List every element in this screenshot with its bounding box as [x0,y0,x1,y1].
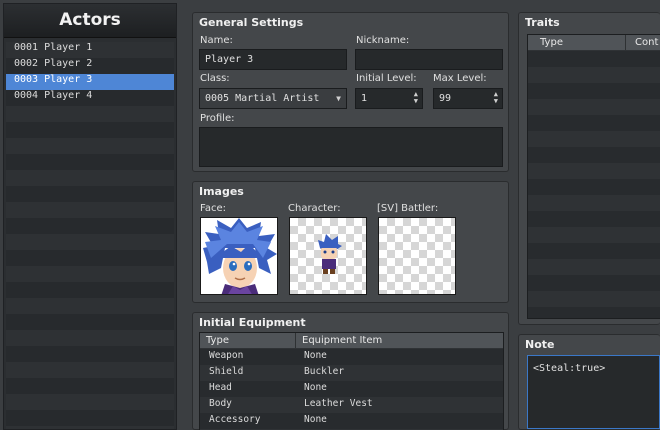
character-image[interactable] [289,217,367,295]
traits-table[interactable]: Type Cont [527,34,660,319]
character-label: Character: [288,203,341,214]
face-label: Face: [200,203,226,214]
images-title: Images [199,185,244,198]
equipment-table[interactable]: Type Equipment Item Weapon None Shield B… [199,332,504,430]
class-select[interactable]: 0005 Martial Artist ▼ [199,88,347,109]
column-header-content[interactable]: Cont [626,35,660,50]
initial-level-label: Initial Level: [356,73,417,84]
general-settings-title: General Settings [199,16,304,29]
note-group: Note <Steal:true> [518,334,660,430]
actors-panel: Actors 0001 Player 1 0002 Player 2 0003 … [3,3,177,430]
table-row[interactable]: Weapon None [200,348,503,364]
table-row[interactable]: Shield Buckler [200,364,503,380]
images-group: Images Face: Character: [SV] Battler: [192,181,509,303]
face-image[interactable] [200,217,278,295]
actors-title: Actors [4,4,176,38]
initial-level-spinbox[interactable]: 1 ▲ ▼ [355,88,423,109]
class-value: 0005 Martial Artist [205,93,320,104]
actor-list-item[interactable]: 0002 Player 2 [6,58,174,74]
traits-table-header: Type Cont [528,35,660,50]
column-header-type[interactable]: Type [200,333,296,348]
note-textarea[interactable]: <Steal:true> [527,355,660,429]
name-label: Name: [200,35,233,46]
face-portrait-icon [201,218,277,294]
table-row[interactable]: Body Leather Vest [200,396,503,412]
table-row[interactable]: Head None [200,380,503,396]
column-header-type[interactable]: Type [528,35,626,50]
actor-list-item[interactable]: 0004 Player 4 [6,90,174,106]
equipment-type-cell: Shield [209,366,244,377]
character-sprite-icon [318,234,342,274]
spin-arrows-icon[interactable]: ▲ ▼ [414,91,418,105]
general-settings-group: General Settings Name: Player 3 Nickname… [192,12,509,172]
column-header-equipment-item[interactable]: Equipment Item [296,333,503,348]
class-label: Class: [200,73,230,84]
table-row[interactable]: Accessory None [200,412,503,428]
max-level-spinbox[interactable]: 99 ▲ ▼ [433,88,503,109]
equipment-item-cell: None [304,350,327,361]
battler-image[interactable] [378,217,456,295]
equipment-item-cell: None [304,414,327,425]
equipment-table-header: Type Equipment Item [200,333,503,348]
spin-arrows-icon[interactable]: ▲ ▼ [494,91,498,105]
equipment-item-cell: Leather Vest [304,398,373,409]
equipment-type-cell: Body [209,398,232,409]
profile-label: Profile: [200,113,235,124]
initial-equipment-title: Initial Equipment [199,316,306,329]
actor-list-item-selected[interactable]: 0003 Player 3 [6,74,174,90]
equipment-type-cell: Weapon [209,350,244,361]
actor-list[interactable]: 0001 Player 1 0002 Player 2 0003 Player … [6,42,174,429]
traits-group: Traits Type Cont [518,12,660,325]
note-title: Note [525,338,555,351]
traits-title: Traits [525,16,560,29]
max-level-label: Max Level: [433,73,487,84]
name-field[interactable]: Player 3 [199,49,347,70]
database-window: Actors 0001 Player 1 0002 Player 2 0003 … [0,0,660,430]
profile-textarea[interactable] [199,127,503,167]
equipment-type-cell: Head [209,382,232,393]
actor-list-item[interactable]: 0001 Player 1 [6,42,174,58]
equipment-item-cell: None [304,382,327,393]
chevron-down-icon: ▼ [336,94,341,103]
initial-level-value: 1 [361,93,368,104]
battler-label: [SV] Battler: [377,203,439,214]
equipment-type-cell: Accessory [209,414,261,425]
equipment-item-cell: Buckler [304,366,345,377]
initial-equipment-group: Initial Equipment Type Equipment Item We… [192,312,509,430]
nickname-field[interactable] [355,49,503,70]
max-level-value: 99 [439,93,452,104]
nickname-label: Nickname: [356,35,410,46]
